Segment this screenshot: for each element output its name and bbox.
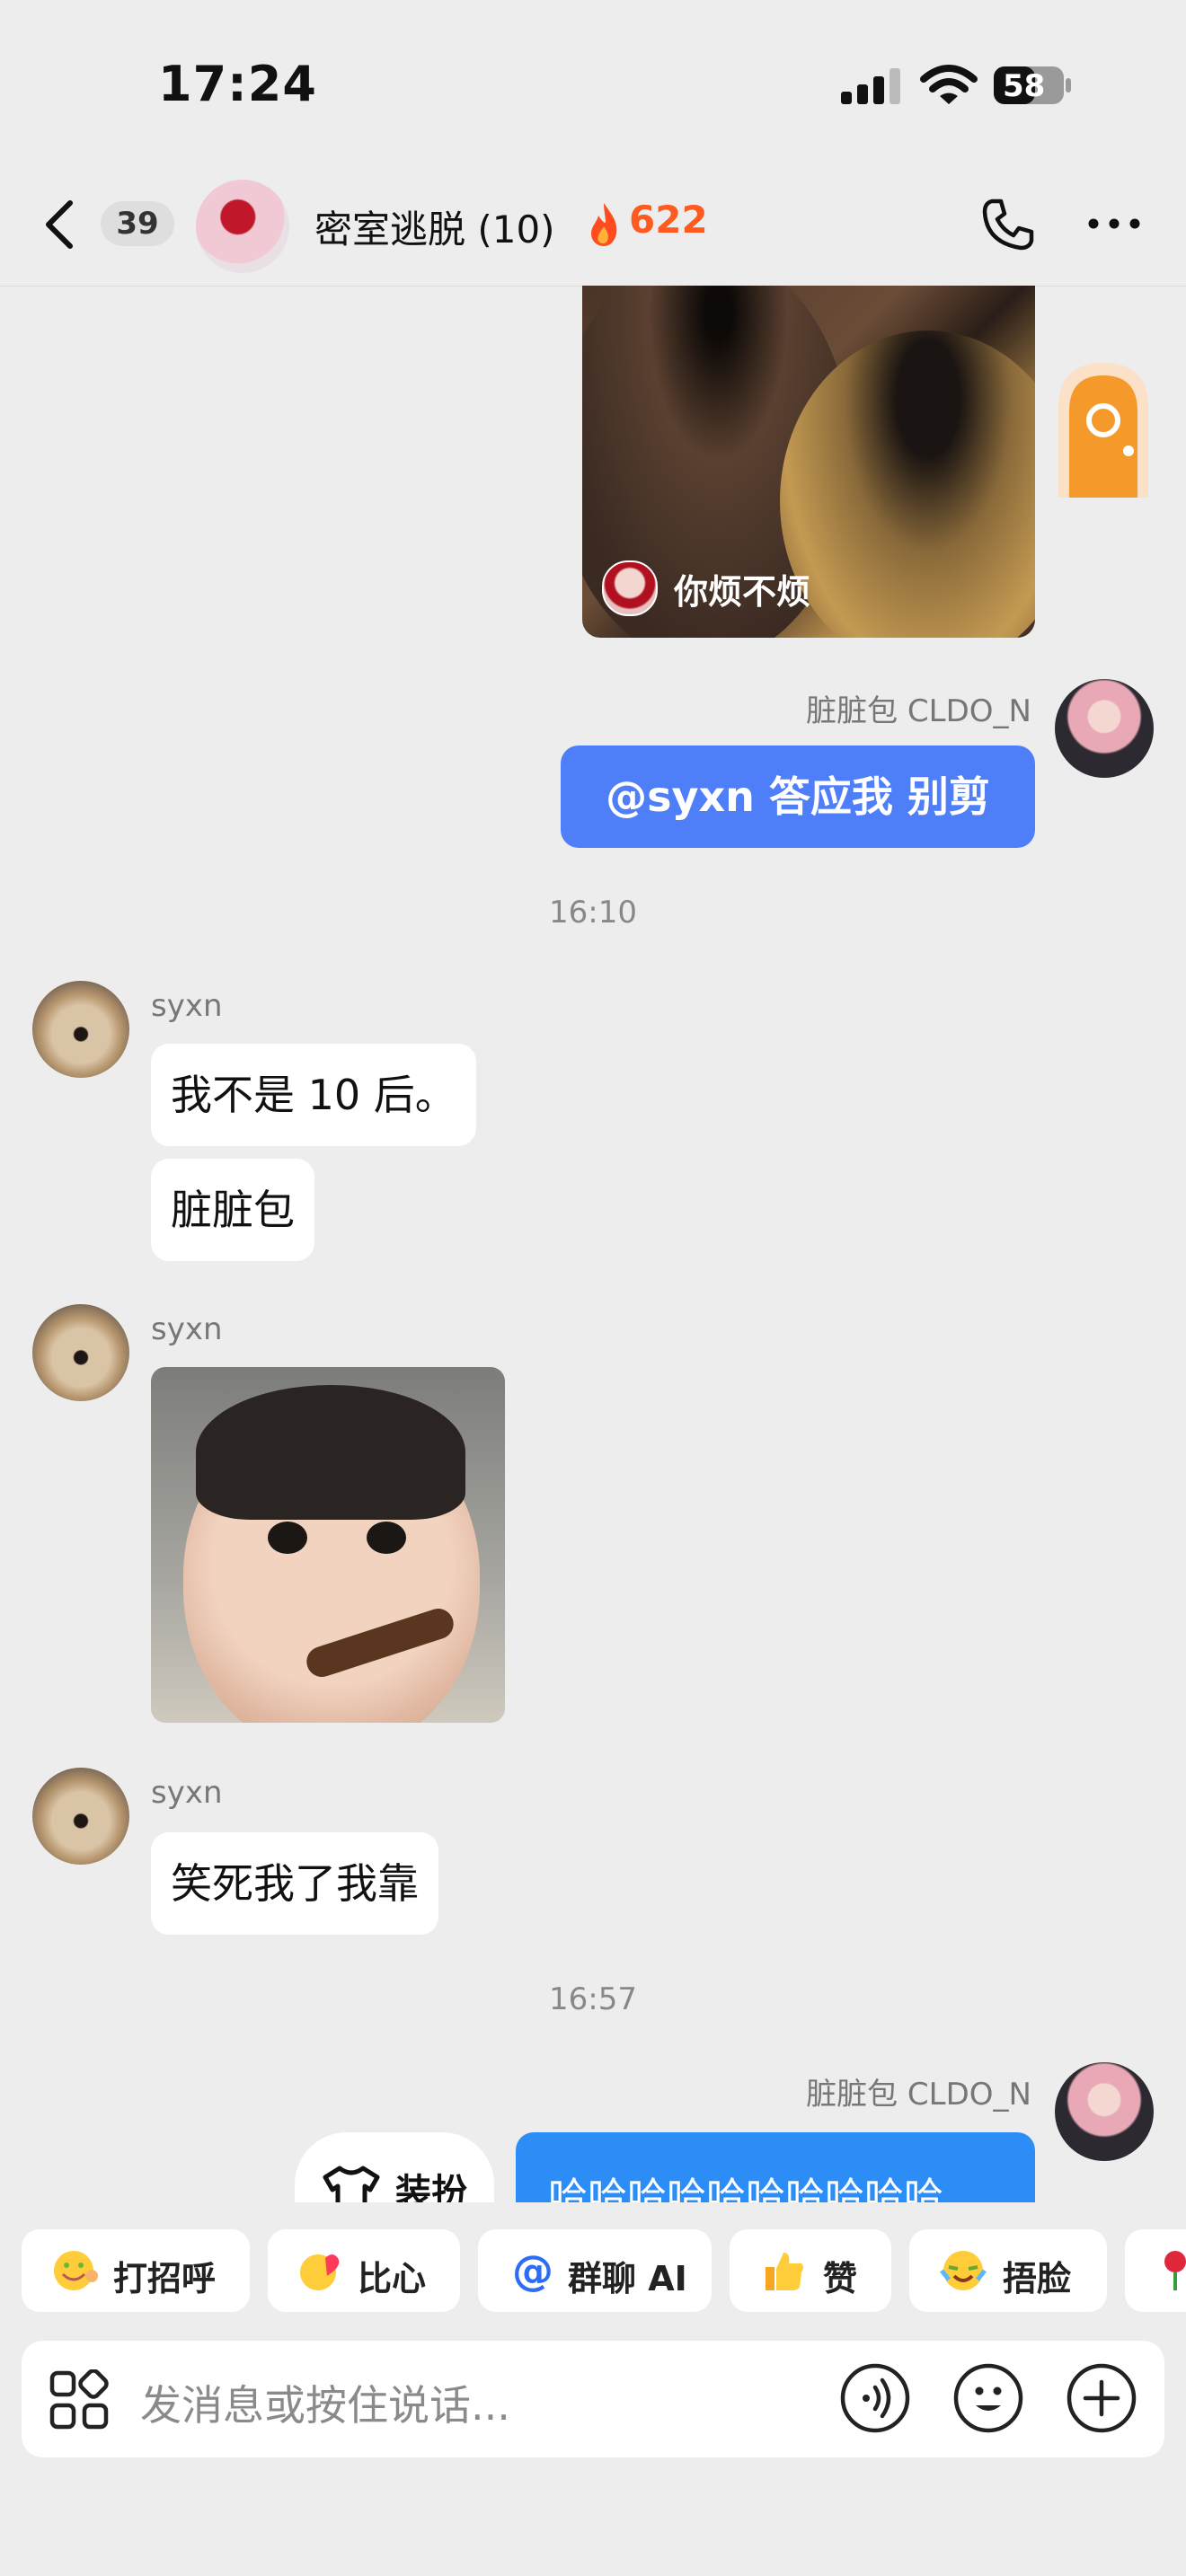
- emoji-icon[interactable]: [952, 2362, 1024, 2434]
- video-caption: 你烦不烦: [674, 572, 811, 612]
- fire-icon: [591, 203, 617, 246]
- streak-count: 622: [629, 198, 708, 242]
- phone-call-icon[interactable]: [979, 196, 1037, 253]
- quick-reply-label: 比心: [358, 2259, 427, 2298]
- baby-hair-image: [196, 1385, 465, 1520]
- shared-video-card[interactable]: 你烦不烦: [582, 286, 1035, 638]
- sender-name: syxn: [151, 1775, 223, 1811]
- quick-reply-greet[interactable]: 打招呼: [22, 2229, 250, 2312]
- quick-reply-like[interactable]: 赞: [730, 2229, 891, 2312]
- sender-name: syxn: [151, 1311, 223, 1347]
- more-options-icon[interactable]: [1087, 217, 1141, 230]
- quick-reply-rose[interactable]: [1125, 2229, 1186, 2312]
- quick-reply-heart[interactable]: 比心: [268, 2229, 460, 2312]
- group-avatar[interactable]: [196, 180, 289, 273]
- sender-name: syxn: [151, 988, 223, 1024]
- unread-count-badge[interactable]: 39: [101, 201, 174, 246]
- quick-reply-ai[interactable]: @ 群聊 AI: [478, 2229, 712, 2312]
- baby-eye-image: [367, 1522, 406, 1554]
- message-bubble-incoming[interactable]: 笑死我了我靠: [151, 1832, 438, 1935]
- avatar[interactable]: [1055, 679, 1154, 778]
- facepalm-icon: [940, 2251, 987, 2290]
- message-input-bar: 发消息或按住说话...: [22, 2341, 1164, 2457]
- group-title[interactable]: 密室逃脱 (10): [314, 199, 555, 254]
- timestamp: 16:10: [549, 895, 637, 931]
- cellular-signal-icon: [841, 68, 900, 104]
- chat-header: 39 密室逃脱 (10) 622: [0, 160, 1186, 287]
- door-sticker-icon[interactable]: [1051, 357, 1155, 501]
- avatar[interactable]: [32, 1768, 129, 1865]
- message-input[interactable]: 发消息或按住说话...: [140, 2373, 510, 2432]
- sender-name: 脏脏包 CLDO_N: [806, 2077, 1031, 2113]
- smile-icon: [54, 2251, 98, 2290]
- at-icon: @: [512, 2249, 553, 2292]
- quick-reply-label: 群聊 AI: [568, 2259, 687, 2298]
- status-time: 17:24: [158, 56, 317, 112]
- avatar[interactable]: [32, 981, 129, 1078]
- battery-level: 58: [1003, 68, 1046, 104]
- baby-eye-image: [268, 1522, 307, 1554]
- quick-reply-label: 打招呼: [113, 2259, 217, 2298]
- voice-icon[interactable]: [839, 2362, 911, 2434]
- battery-indicator: 58: [992, 63, 1073, 108]
- svg-text:@: @: [512, 2249, 553, 2292]
- message-bubble-incoming[interactable]: 我不是 10 后。: [151, 1044, 476, 1146]
- avatar[interactable]: [32, 1304, 129, 1401]
- back-arrow-icon[interactable]: [40, 199, 83, 250]
- thumbs-up-icon: [766, 2253, 803, 2290]
- image-message[interactable]: [151, 1367, 505, 1723]
- avatar[interactable]: [1055, 2062, 1154, 2161]
- quick-reply-label: 赞: [823, 2259, 858, 2298]
- creator-avatar: [602, 560, 658, 616]
- quick-reply-label: 捂脸: [1003, 2259, 1072, 2298]
- rose-icon: [1164, 2251, 1186, 2290]
- sender-name: 脏脏包 CLDO_N: [806, 693, 1031, 729]
- quick-reply-facepalm[interactable]: 捂脸: [909, 2229, 1107, 2312]
- message-bubble-outgoing[interactable]: @syxn 答应我 别剪: [561, 745, 1035, 848]
- add-icon[interactable]: [1066, 2362, 1137, 2434]
- wifi-icon: [920, 65, 978, 104]
- heart-hand-icon: [300, 2254, 340, 2290]
- apps-grid-icon[interactable]: [49, 2369, 110, 2430]
- message-bubble-incoming[interactable]: 脏脏包: [151, 1159, 314, 1261]
- timestamp: 16:57: [549, 1981, 637, 2017]
